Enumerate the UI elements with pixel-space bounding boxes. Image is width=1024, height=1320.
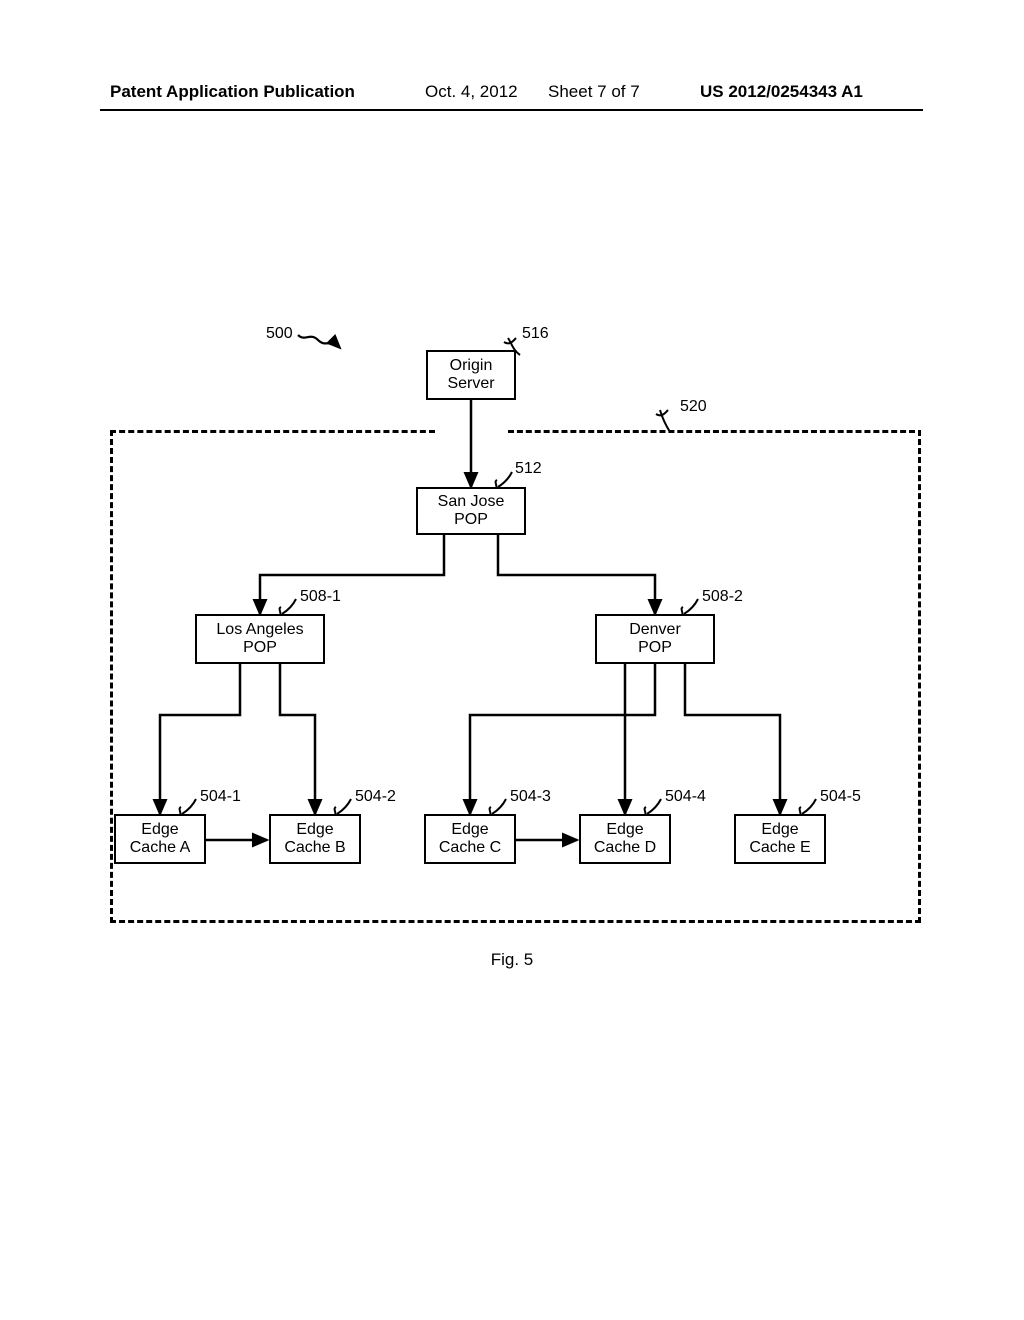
ref-504-1: 504-1 bbox=[200, 788, 241, 806]
ref-516: 516 bbox=[522, 325, 549, 343]
figure-caption: Fig. 5 bbox=[0, 950, 1024, 970]
ref-504-3: 504-3 bbox=[510, 788, 551, 806]
los-angeles-pop-box: Los Angeles POP bbox=[195, 614, 325, 664]
ref-504-2: 504-2 bbox=[355, 788, 396, 806]
header-sheet: Sheet 7 of 7 bbox=[548, 82, 640, 102]
denver-pop-box: Denver POP bbox=[595, 614, 715, 664]
header-divider bbox=[100, 109, 923, 111]
header-pubno: US 2012/0254343 A1 bbox=[700, 82, 863, 102]
ref-508-2: 508-2 bbox=[702, 588, 743, 606]
ref-504-5: 504-5 bbox=[820, 788, 861, 806]
origin-server-box: Origin Server bbox=[426, 350, 516, 400]
edge-cache-d-box: Edge Cache D bbox=[579, 814, 671, 864]
edge-cache-c-box: Edge Cache C bbox=[424, 814, 516, 864]
header-date: Oct. 4, 2012 bbox=[425, 82, 518, 102]
header-publication: Patent Application Publication bbox=[110, 82, 355, 102]
ref-504-4: 504-4 bbox=[665, 788, 706, 806]
san-jose-pop-box: San Jose POP bbox=[416, 487, 526, 535]
figure-5-diagram: Origin Server San Jose POP Los Angeles P… bbox=[100, 320, 925, 940]
ref-520: 520 bbox=[680, 398, 707, 416]
edge-cache-e-box: Edge Cache E bbox=[734, 814, 826, 864]
ref-500: 500 bbox=[266, 325, 293, 343]
page-header: Patent Application Publication Oct. 4, 2… bbox=[0, 82, 1024, 112]
page: Patent Application Publication Oct. 4, 2… bbox=[0, 0, 1024, 1320]
edge-cache-b-box: Edge Cache B bbox=[269, 814, 361, 864]
ref-508-1: 508-1 bbox=[300, 588, 341, 606]
ref-512: 512 bbox=[515, 460, 542, 478]
edge-cache-a-box: Edge Cache A bbox=[114, 814, 206, 864]
